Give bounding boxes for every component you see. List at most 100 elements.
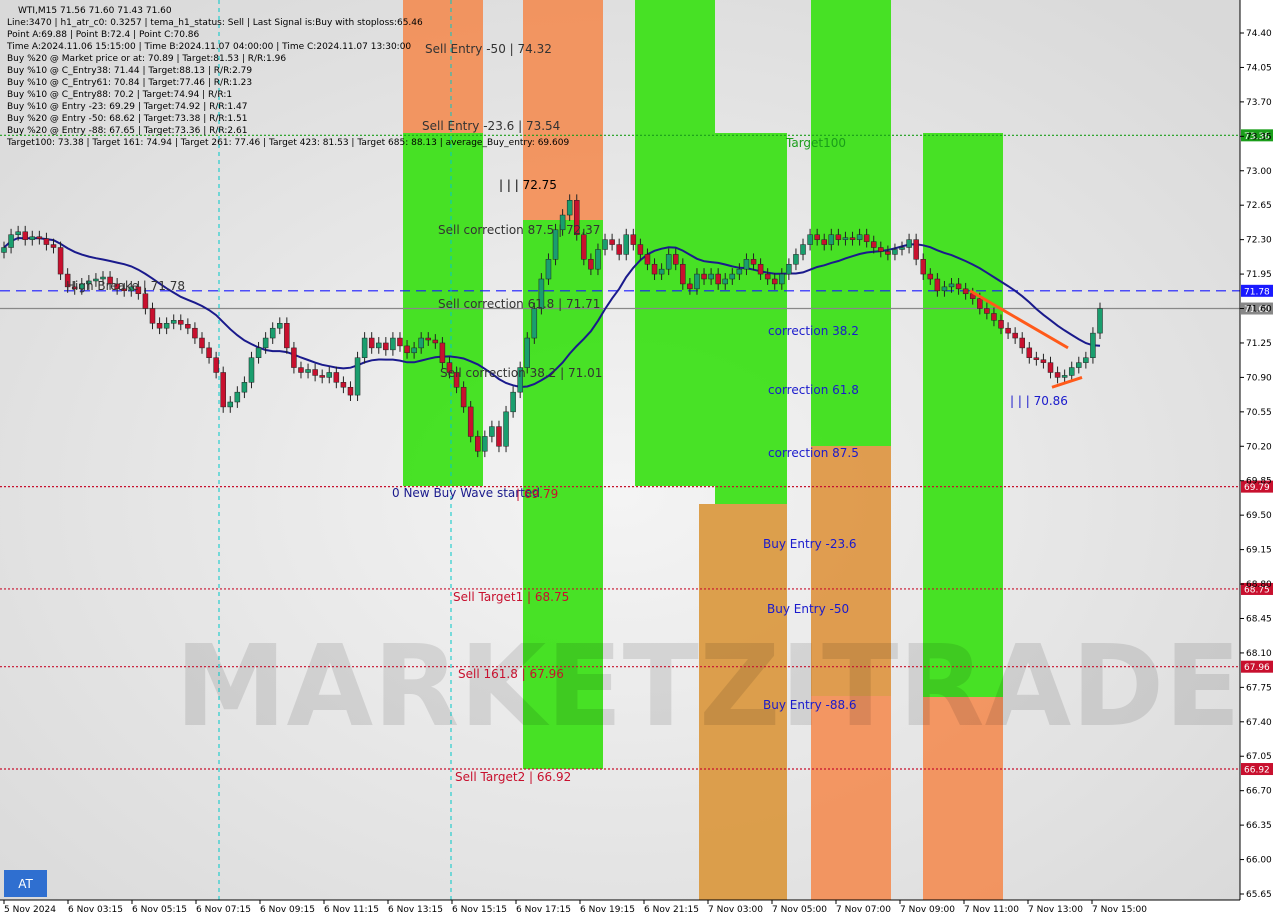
candle-body bbox=[156, 323, 163, 329]
candle-body bbox=[192, 327, 198, 339]
candle-body bbox=[1040, 359, 1047, 363]
y-tick-label: 67.05 bbox=[1246, 752, 1272, 762]
candle-body bbox=[234, 391, 241, 403]
price-chart[interactable]: MARKETZITRADE Sell Entry -50 | 74.32 Sell… bbox=[0, 0, 1280, 920]
y-tick-label: 70.55 bbox=[1246, 408, 1272, 418]
at-button[interactable]: AT bbox=[4, 870, 47, 897]
candle-body bbox=[390, 337, 396, 351]
level-tag-label-1: 71.78 bbox=[1244, 287, 1270, 297]
level-tag-label-5: 67.96 bbox=[1244, 663, 1270, 673]
candle-body bbox=[1019, 337, 1025, 349]
candle-body bbox=[764, 273, 771, 280]
candle-body bbox=[248, 357, 255, 383]
y-tick-label: 68.10 bbox=[1246, 649, 1272, 659]
candle-body bbox=[213, 357, 219, 373]
candle-body bbox=[892, 249, 898, 255]
info-line-7: Buy %10 @ C_Entry88: 70.2 | Target:74.94… bbox=[7, 90, 232, 100]
candle-body bbox=[319, 375, 325, 378]
x-tick-label: 6 Nov 21:15 bbox=[644, 905, 699, 915]
candle-body bbox=[878, 247, 884, 252]
candle-body bbox=[941, 286, 948, 292]
candle-body bbox=[885, 251, 891, 255]
candle-body bbox=[630, 234, 637, 245]
candle-body bbox=[948, 283, 955, 288]
x-tick-label: 7 Nov 03:00 bbox=[708, 905, 763, 915]
y-tick-label: 68.45 bbox=[1246, 614, 1272, 624]
x-tick-label: 6 Nov 07:15 bbox=[196, 905, 251, 915]
watermark: MARKETZITRADE bbox=[175, 622, 1241, 752]
candle-body bbox=[404, 345, 410, 354]
x-tick-label: 7 Nov 09:00 bbox=[900, 905, 955, 915]
candle-body bbox=[566, 200, 573, 216]
candle-body bbox=[496, 426, 502, 447]
candle-body bbox=[1090, 332, 1096, 358]
candle-body bbox=[185, 324, 191, 329]
candle-body bbox=[354, 357, 361, 396]
zone-label-8: Sell Target1 | 68.75 bbox=[453, 590, 569, 604]
zone-green-4 bbox=[635, 0, 715, 486]
candle-body bbox=[8, 234, 14, 248]
candle-body bbox=[460, 386, 467, 408]
candle-body bbox=[163, 323, 170, 329]
info-line-10: Buy %20 @ Entry -88: 67.65 | Target:73.3… bbox=[7, 126, 247, 136]
candle-body bbox=[870, 241, 877, 248]
y-tick-label: 67.75 bbox=[1246, 683, 1272, 693]
y-tick-label: 73.00 bbox=[1246, 167, 1272, 177]
candle-body bbox=[524, 337, 531, 368]
zone-label-15: Buy Entry -50 bbox=[767, 602, 849, 616]
candle-body bbox=[984, 308, 990, 314]
x-tick-label: 6 Nov 19:15 bbox=[580, 905, 635, 915]
x-tick-label: 7 Nov 13:00 bbox=[1028, 905, 1083, 915]
candle-body bbox=[15, 231, 21, 235]
candle-body bbox=[425, 337, 432, 341]
candle-body bbox=[1097, 308, 1103, 334]
candle-body bbox=[432, 339, 439, 344]
x-tick-label: 6 Nov 05:15 bbox=[132, 905, 187, 915]
candle-body bbox=[142, 293, 149, 309]
candle-body bbox=[856, 234, 863, 240]
candle-body bbox=[1026, 347, 1033, 358]
candle-body bbox=[489, 426, 495, 437]
candle-body bbox=[1, 247, 7, 253]
zone-label-0: Sell Entry -50 | 74.32 bbox=[425, 42, 552, 56]
candle-body bbox=[793, 254, 799, 265]
candle-body bbox=[220, 372, 226, 408]
candle-body bbox=[962, 288, 969, 295]
candle-body bbox=[269, 327, 276, 339]
candle-body bbox=[637, 244, 644, 255]
y-tick-label: 68.80 bbox=[1246, 580, 1272, 590]
candle-body bbox=[199, 337, 205, 349]
candle-body bbox=[29, 236, 36, 240]
zone-label-12: correction 61.8 bbox=[768, 383, 859, 397]
candle-body bbox=[863, 234, 870, 242]
candle-body bbox=[920, 259, 926, 275]
info-line-6: Buy %10 @ C_Entry61: 70.84 | Target:77.4… bbox=[7, 78, 252, 88]
candle-body bbox=[708, 273, 714, 280]
candle-body bbox=[835, 234, 842, 240]
info-line-9: Buy %20 @ Entry -50: 68.62 | Target:73.3… bbox=[7, 114, 247, 124]
candle-body bbox=[750, 259, 757, 265]
candle-body bbox=[467, 406, 474, 437]
y-tick-label: 69.85 bbox=[1246, 477, 1272, 487]
candle-body bbox=[906, 239, 912, 248]
x-tick-label: 7 Nov 11:00 bbox=[964, 905, 1019, 915]
y-axis: 73.3671.7871.6069.7968.7567.9666.9274.40… bbox=[1239, 0, 1273, 900]
x-tick-label: 6 Nov 17:15 bbox=[516, 905, 571, 915]
chart-root: MARKETZITRADE Sell Entry -50 | 74.32 Sell… bbox=[0, 0, 1280, 920]
candle-body bbox=[284, 323, 290, 349]
candle-body bbox=[828, 234, 835, 245]
candle-body bbox=[779, 273, 785, 285]
candle-body bbox=[206, 347, 212, 358]
zone-label-11: correction 38.2 bbox=[768, 324, 859, 338]
candle-body bbox=[722, 278, 728, 285]
candle-body bbox=[545, 259, 552, 280]
candle-body bbox=[1012, 332, 1018, 339]
candle-body bbox=[178, 320, 184, 325]
zone-label-5: Sell correction 38.2 | 71.01 bbox=[440, 366, 602, 380]
candle-body bbox=[991, 313, 997, 321]
candle-body bbox=[588, 259, 594, 270]
candle-body bbox=[842, 237, 849, 240]
zone-label-9: Sell 161.8 | 67.96 bbox=[458, 667, 564, 681]
candle-body bbox=[241, 382, 248, 393]
y-tick-label: 67.40 bbox=[1246, 718, 1272, 728]
